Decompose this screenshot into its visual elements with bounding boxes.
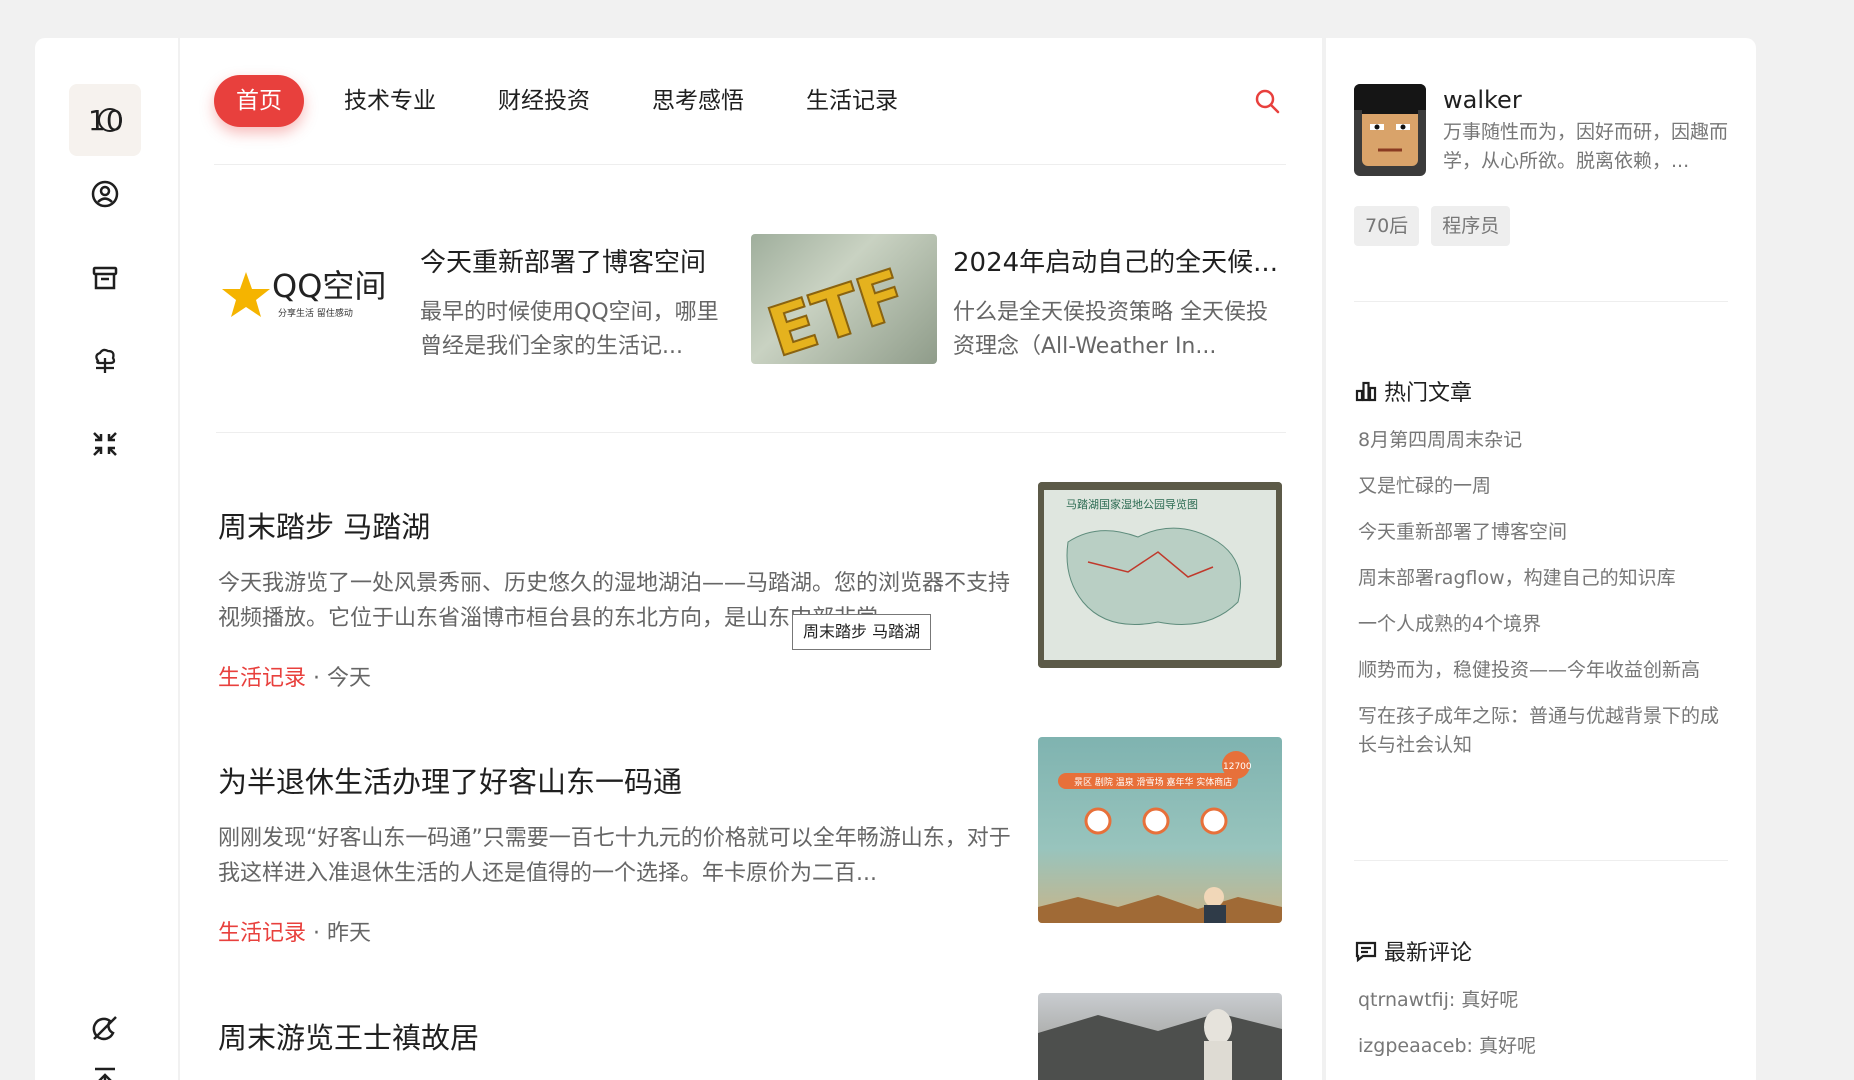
profile-tag[interactable]: 程序员: [1431, 206, 1511, 246]
profile-bio: 万事随性而为，因好而研，因趣而学，从心所欲。脱离依赖，...: [1443, 121, 1729, 172]
featured-title[interactable]: 2024年启动自己的全天候...: [953, 242, 1278, 279]
divider: [1354, 301, 1728, 302]
user-circle-icon[interactable]: [87, 176, 123, 212]
svg-text:景区 剧院 温泉 滑雪场 嘉年华 实体商店: 景区 剧院 温泉 滑雪场 嘉年华 实体商店: [1074, 776, 1232, 788]
archive-icon[interactable]: [87, 260, 123, 296]
post-title[interactable]: 周末踏步 马踏湖: [218, 504, 430, 546]
avatar[interactable]: [1354, 84, 1426, 176]
comment-icon: [1355, 941, 1377, 963]
featured-desc: 最早的时候使用QQ空间，哪里曾经是我们全家的生活记...: [420, 300, 719, 359]
tree-icon[interactable]: [87, 343, 123, 379]
hot-articles-list: 8月第四周周末杂记 又是忙碌的一周 今天重新部署了博客空间 周末部署ragflo…: [1358, 426, 1728, 777]
hot-article-link[interactable]: 写在孩子成年之际：普通与优越背景下的成长与社会认知: [1358, 702, 1728, 760]
featured-image-qq[interactable]: QQ空间 分享生活 留住感动: [218, 234, 404, 364]
svg-text:12700: 12700: [1223, 762, 1252, 772]
hot-article-link[interactable]: 顺势而为，稳健投资——今年收益创新高: [1358, 656, 1728, 685]
moon-off-icon[interactable]: [87, 1010, 123, 1046]
hot-article-link[interactable]: 周末部署ragflow，构建自己的知识库: [1358, 564, 1728, 593]
right-sidebar: walker 万事随性而为，因好而研，因趣而学，从心所欲。脱离依赖，... 70…: [1326, 38, 1756, 1080]
post-excerpt: 刚刚发现“好客山东一码通”只需要一百七十九元的价格就可以全年畅游山东，对于我这样…: [218, 826, 1011, 886]
nav-thoughts[interactable]: 思考感悟: [652, 75, 744, 127]
shrink-icon[interactable]: [87, 426, 123, 462]
hot-article-link[interactable]: 8月第四周周末杂记: [1358, 426, 1728, 455]
hot-article-link[interactable]: 今天重新部署了博客空间: [1358, 518, 1728, 547]
post-time: 今天: [327, 666, 372, 691]
post-title[interactable]: 为半退休生活办理了好客山东一码通: [218, 759, 682, 801]
nav-home[interactable]: 首页: [214, 75, 304, 127]
nav-life[interactable]: 生活记录: [806, 75, 898, 127]
post-thumbnail[interactable]: [1038, 993, 1282, 1080]
post-thumbnail[interactable]: 马踏湖国家湿地公园导览图: [1038, 482, 1282, 668]
post-title[interactable]: 周末游览王士禛故居: [218, 1015, 479, 1057]
site-logo[interactable]: 10: [69, 84, 141, 156]
featured-image-etf[interactable]: ETF: [751, 234, 937, 364]
post-meta: 生活记录 · 今天: [218, 666, 372, 691]
back-to-top-icon[interactable]: [87, 1058, 123, 1080]
featured-card[interactable]: ETF 2024年启动自己的全天候... 什么是全天侯投资策略 全天侯投资理念（…: [751, 234, 1286, 364]
post-thumbnail[interactable]: 景区 剧院 温泉 滑雪场 嘉年华 实体商店 12700: [1038, 737, 1282, 923]
profile-name[interactable]: walker: [1443, 86, 1522, 114]
svg-text:马踏湖国家湿地公园导览图: 马踏湖国家湿地公园导览图: [1066, 497, 1198, 511]
post-category-link[interactable]: 生活记录: [218, 921, 306, 946]
nav-finance[interactable]: 财经投资: [498, 75, 590, 127]
hot-articles-heading: 热门文章: [1354, 375, 1472, 407]
search-icon[interactable]: [1254, 88, 1280, 114]
post-meta: 生活记录 · 昨天: [218, 921, 372, 946]
hot-article-link[interactable]: 一个人成熟的4个境界: [1358, 610, 1728, 639]
svg-text:QQ空间: QQ空间: [272, 267, 386, 305]
profile-tags: 70后 程序员: [1354, 206, 1522, 246]
svg-text:分享生活 留住感动: 分享生活 留住感动: [278, 307, 353, 319]
logo-icon: 10: [88, 104, 124, 137]
post-time: 昨天: [327, 921, 372, 946]
bar-chart-icon: [1355, 381, 1377, 402]
comment-item[interactable]: izgpeaaceb: 真好呢: [1358, 1032, 1536, 1061]
latest-comments-list: qtrnawtfij: 真好呢 izgpeaaceb: 真好呢: [1358, 986, 1536, 1078]
top-nav: 首页 技术专业 财经投资 思考感悟 生活记录: [214, 75, 960, 127]
divider: [216, 432, 1286, 433]
hot-article-link[interactable]: 又是忙碌的一周: [1358, 472, 1728, 501]
featured-card[interactable]: QQ空间 分享生活 留住感动 今天重新部署了博客空间 最早的时候使用QQ空间，哪…: [218, 234, 748, 364]
featured-desc: 什么是全天侯投资策略 全天侯投资理念（All-Weather In...: [953, 300, 1268, 359]
post-category-link[interactable]: 生活记录: [218, 666, 306, 691]
svg-text:ETF: ETF: [759, 255, 916, 364]
profile-tag[interactable]: 70后: [1354, 206, 1420, 246]
tooltip: 周末踏步 马踏湖: [792, 614, 932, 650]
main-content: 首页 技术专业 财经投资 思考感悟 生活记录 QQ空间 分享生活 留住感动 今天…: [180, 38, 1322, 1080]
divider: [214, 164, 1286, 165]
left-icon-rail: 10: [35, 38, 178, 1080]
nav-tech[interactable]: 技术专业: [344, 75, 436, 127]
divider: [1354, 860, 1728, 861]
latest-comments-heading: 最新评论: [1354, 935, 1472, 967]
featured-title[interactable]: 今天重新部署了博客空间: [420, 242, 740, 279]
comment-item[interactable]: qtrnawtfij: 真好呢: [1358, 986, 1536, 1015]
